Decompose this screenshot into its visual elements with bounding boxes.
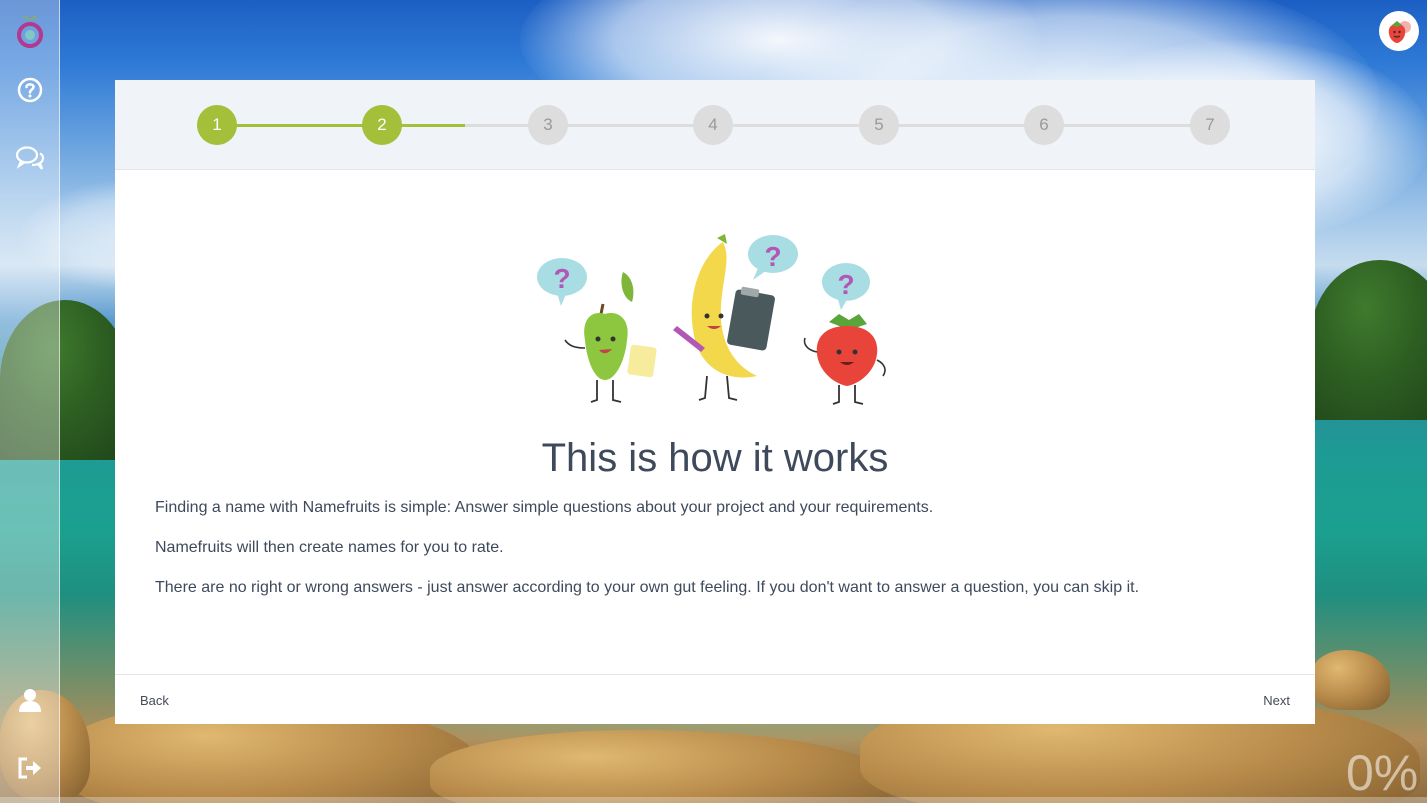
next-button[interactable]: Next: [1263, 693, 1290, 708]
fruit-characters-illustration: ? ? ?: [535, 230, 895, 410]
question-circle-icon[interactable]: [0, 70, 59, 110]
sidebar: [0, 0, 60, 803]
apple-character: [564, 272, 657, 403]
step-1[interactable]: 1: [197, 105, 237, 145]
step-4[interactable]: 4: [693, 105, 733, 145]
question-bubble-icon: ?: [822, 263, 870, 310]
page-title: This is how it works: [541, 436, 889, 480]
question-bubble-icon: ?: [748, 235, 798, 280]
svg-text:?: ?: [764, 241, 781, 272]
progress-percent-label: 0%: [1346, 745, 1419, 801]
wizard-card: 1 2 3 4 5 6 7 ? ? ? This is how it works…: [115, 80, 1315, 724]
stepper-track-remaining: [465, 124, 1210, 127]
step-5[interactable]: 5: [859, 105, 899, 145]
svg-text:?: ?: [553, 263, 570, 294]
chat-bubbles-icon[interactable]: [0, 138, 59, 178]
intro-paragraph-2: Namefruits will then create names for yo…: [155, 539, 504, 556]
sign-out-icon[interactable]: [0, 748, 59, 788]
step-3[interactable]: 3: [528, 105, 568, 145]
intro-paragraph-3: There are no right or wrong answers - ju…: [155, 579, 1140, 596]
step-2[interactable]: 2: [362, 105, 402, 145]
back-button[interactable]: Back: [140, 693, 169, 708]
wizard-footer: Back Next: [115, 674, 1315, 725]
svg-text:?: ?: [837, 269, 854, 300]
strawberry-character: [803, 314, 886, 405]
stepper-track-completed: [217, 124, 465, 127]
step-7[interactable]: 7: [1190, 105, 1230, 145]
namefruits-logo-icon[interactable]: [0, 12, 59, 52]
intro-paragraph-1: Finding a name with Namefruits is simple…: [155, 499, 934, 516]
progress-stepper: 1 2 3 4 5 6 7: [115, 80, 1315, 170]
progress-bar: [0, 797, 1427, 803]
user-icon[interactable]: [0, 680, 59, 720]
step-6[interactable]: 6: [1024, 105, 1064, 145]
question-bubble-icon: ?: [537, 258, 587, 306]
strawberry-avatar-icon[interactable]: [1379, 11, 1419, 51]
